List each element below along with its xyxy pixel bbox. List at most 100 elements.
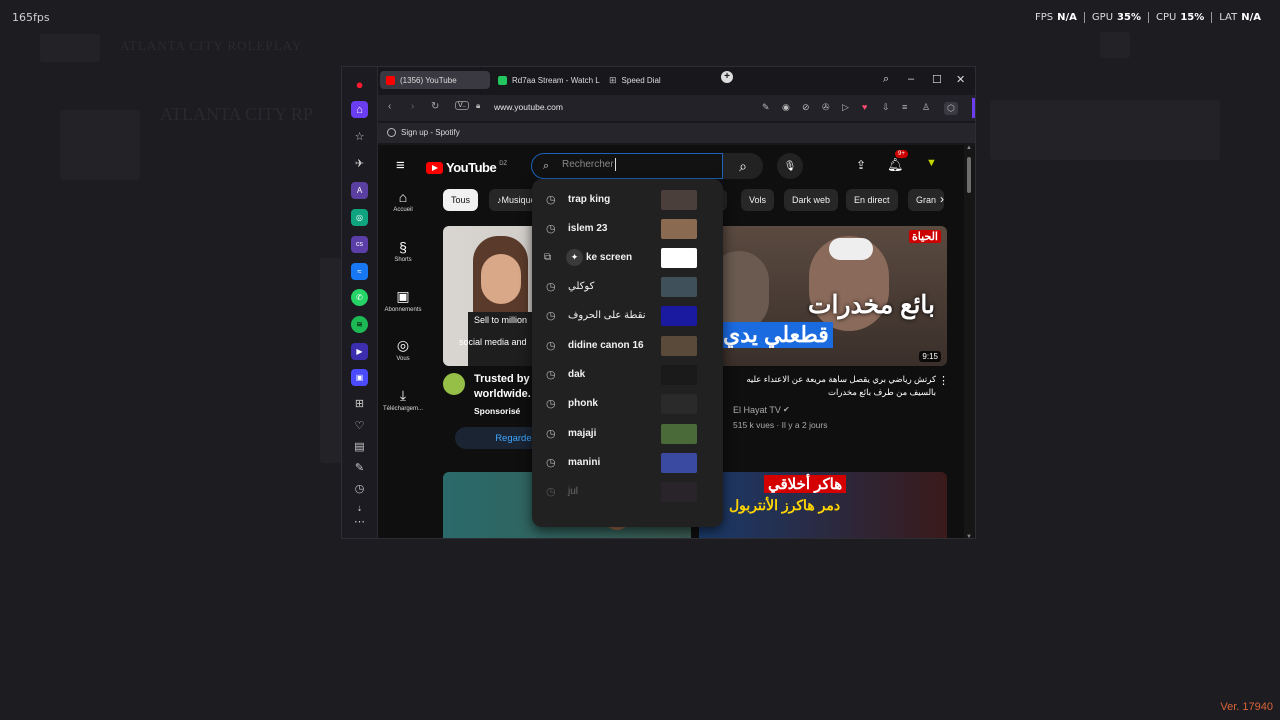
video-thumbnail[interactable]: الحياة بائع مخدرات قطعلي يدي 9:15 [699,226,947,366]
notifications-icon[interactable]: 🔔︎ [887,157,904,173]
chip-dark-web[interactable]: Dark web [784,189,839,211]
menu-icon[interactable]: ≡ [396,157,405,174]
suggestion-item[interactable]: ◷ manini [532,448,723,477]
tab-rd7aa[interactable]: Rd7aa Stream - Watch Live [492,71,600,89]
more-icon[interactable]: ⋯ [351,513,368,530]
profile-icon[interactable]: ♙ [922,102,930,113]
thumbnail-title: بائع مخدرات [808,291,935,319]
stat-lat: LAT N/A [1211,12,1268,23]
search-input[interactable] [562,159,712,170]
page-scrollbar[interactable]: ▲ ▼ [964,145,975,538]
copy-icon[interactable]: ⧉ [544,252,551,263]
opera-logo-icon[interactable]: ● [351,76,368,93]
history-icon[interactable]: ◷ [351,480,368,497]
chatgpt-icon[interactable]: ◎ [351,209,368,226]
chip-live[interactable]: En direct [846,189,898,211]
player-icon[interactable]: ▶ [351,343,368,360]
home-icon[interactable]: ⌂ [351,101,368,118]
shopify-avatar[interactable] [443,373,465,395]
video-title[interactable]: كرتش رياضي بري يقصل ساهة مريعة عن الاعتد… [731,373,936,401]
tab-youtube[interactable]: (1356) YouTube [380,71,490,89]
tv-icon[interactable]: ▣ [351,369,368,386]
nav-label: Accueil [393,207,413,213]
suggestion-item[interactable]: ◷ trap king [532,185,723,214]
forward-icon[interactable]: › [411,101,414,112]
more-options-icon[interactable]: ⋮ [938,374,949,387]
adblock-icon[interactable]: ⊘ [802,102,810,113]
url-field[interactable]: www.youtube.com [494,102,563,112]
suggestion-item[interactable]: ⧉ ✦ ke screen [532,243,723,272]
cs-icon[interactable]: cs [351,236,368,253]
maximize-button[interactable]: ☐ [932,73,942,86]
subscriptions-icon: ▣ [396,288,410,304]
speed-dial-icon[interactable]: ⊞ [351,395,368,412]
extensions-icon[interactable]: ⬡ [944,102,958,115]
spotify-icon[interactable]: ≋ [351,316,368,333]
download-ext-icon[interactable]: ⇩ [882,102,890,113]
bookmark-spotify[interactable]: Sign up - Spotify [401,128,460,137]
aria-icon[interactable]: A [351,182,368,199]
search-button[interactable]: ⌕ [723,153,763,179]
new-tab-button[interactable]: + [721,71,733,83]
reload-icon[interactable]: ↻ [431,101,439,112]
suggestion-item[interactable]: ◷ dak [532,360,723,389]
chips-next-icon[interactable]: › [940,192,944,206]
sparkle-icon[interactable]: ✦ [566,249,583,266]
suggestion-item[interactable]: ◷ phonk [532,389,723,418]
player-ext-icon[interactable]: ▷ [842,102,849,113]
close-window-button[interactable]: ✕ [956,73,965,86]
news-icon[interactable]: ▤ [351,438,368,455]
stat-cpu: CPU 15% [1147,12,1211,23]
tracker-icon[interactable]: ✇ [822,102,830,113]
lock-icon[interactable]: 🔒︎ [476,101,480,111]
search-box[interactable]: ⌕ [531,153,723,179]
chip-gran[interactable]: Gran [908,189,945,211]
suggestion-text: ke screen [586,252,633,263]
tab-label: (1356) YouTube [400,75,457,85]
youtube-logo[interactable]: YouTube DZ [426,160,507,175]
avatar[interactable]: ▼ [926,157,937,169]
minimize-button[interactable]: – [908,73,914,85]
suggestion-item[interactable]: ◷ نقطة على الحروف [532,301,723,330]
nav-shorts[interactable]: § Shorts [378,239,428,263]
scrollbar-thumb[interactable] [967,157,971,193]
region-code: DZ [499,160,508,167]
suggestion-item[interactable]: ◷ jul [532,477,723,506]
flow-icon[interactable]: ✈ [351,155,368,172]
camera-icon[interactable]: ◉ [782,102,790,113]
suggestion-item[interactable]: ◷ majaji [532,419,723,448]
vpn-badge[interactable]: V.. [455,101,469,110]
nav-label: Vous [396,356,410,362]
scroll-up-icon[interactable]: ▲ [966,145,972,151]
nav-downloads[interactable]: ⤓ Téléchargem... [378,387,428,412]
ad-title[interactable]: worldwide. [474,388,531,400]
history-icon: ◷ [546,194,556,206]
snapshot-edit-icon[interactable]: ✎ [762,102,770,113]
heart-ext-icon[interactable]: ♥ [862,102,867,112]
nav-you[interactable]: ◎ Vous [378,337,428,362]
heart-icon[interactable]: ♡ [351,417,368,434]
whatsapp-icon[interactable]: ✆ [351,289,368,306]
bookmarks-icon[interactable]: ☆ [351,128,368,145]
messenger-icon[interactable]: ≈ [351,263,368,280]
performance-stats: FPS N/A GPU 35% CPU 15% LAT N/A [1028,12,1268,23]
upload-icon[interactable]: ⇪ [856,158,866,172]
edit-icon[interactable]: ✎ [351,459,368,476]
chip-all[interactable]: Tous [443,189,479,211]
nav-home[interactable]: ⌂ Accueil [378,189,428,213]
channel-name[interactable]: El Hayat TV [733,405,781,415]
back-icon[interactable]: ‹ [388,101,391,112]
nav-subscriptions[interactable]: ▣ Abonnements [378,288,428,313]
chip-vols[interactable]: Vols [741,189,775,211]
suggestion-item[interactable]: ◷ كوكلي [532,272,723,301]
video-thumbnail[interactable]: هاكر أخلاقي دمر هاكرز الأنتربول [699,472,947,538]
suggestion-item[interactable]: ◷ didine canon 16 [532,331,723,360]
voice-search-button[interactable]: 🎙︎ [777,153,803,179]
tab-speed-dial[interactable]: ⊞ Speed Dial [603,71,703,89]
easy-setup-icon[interactable]: ≡ [902,102,907,112]
presenter-face [481,254,521,304]
nav-label: Abonnements [384,307,422,313]
tab-search-icon[interactable]: ⌕ [883,73,889,86]
suggestion-item[interactable]: ◷ islem 23 [532,214,723,243]
scroll-down-icon[interactable]: ▼ [966,534,972,538]
